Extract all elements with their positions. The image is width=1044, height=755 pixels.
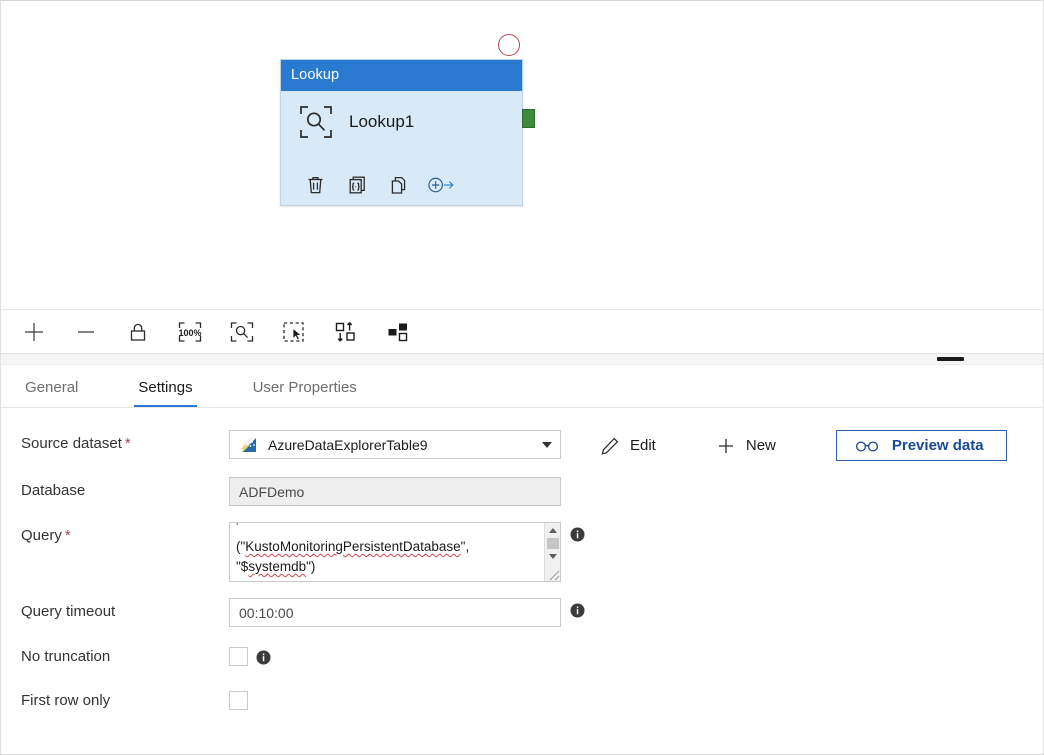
query-line-2-prefix: "$ [236,559,248,574]
plus-icon [716,436,736,456]
add-output-icon[interactable] [427,171,455,199]
panel-resize-bar[interactable] [1,354,1043,365]
source-dataset-value: AzureDataExplorerTable9 [268,437,536,453]
properties-tabs: General Settings User Properties [1,365,1043,408]
canvas-toolbar: 100% [0,309,1044,354]
activity-node-lookup1[interactable]: Lookup [280,59,523,206]
activity-action-bar [281,171,522,199]
field-row-first-row-only: First row only [1,687,1043,715]
query-line-2-identifier: systemdb [248,559,306,574]
lock-icon[interactable] [119,313,157,351]
no-truncation-controls [229,643,271,666]
activity-type-label: Lookup [281,60,522,91]
panel-drag-handle[interactable] [937,357,964,361]
zoom-in-icon[interactable] [15,313,53,351]
scrollbar-thumb[interactable] [547,538,559,549]
first-row-only-controls [229,687,248,710]
auto-align-icon[interactable] [327,313,365,351]
chevron-down-icon [542,442,552,448]
scroll-up-icon[interactable] [545,523,561,538]
query-line-1-identifier: KustoMonitoringPersistentDatabase [245,539,460,554]
svg-text:100%: 100% [178,328,201,338]
source-dataset-label: Source dataset* [1,430,229,458]
query-line-3: | summarize count() by Database [236,579,435,582]
select-all-icon[interactable] [275,313,313,351]
tab-settings[interactable]: Settings [134,379,196,407]
query-info-icon[interactable] [570,527,585,542]
activity-name: Lookup1 [349,112,414,132]
field-row-query: Query* ' ("KustoMonitoringPersistentDatab… [1,522,1043,582]
query-timeout-input[interactable]: 00:10:00 [229,598,561,627]
database-controls: ADFDemo [229,477,561,506]
new-dataset-label: New [746,437,776,454]
lookup-magnifier-icon [299,105,333,139]
field-row-source-dataset: Source dataset* [1,430,1043,461]
scroll-down-icon[interactable] [545,549,561,564]
query-timeout-label: Query timeout [1,598,229,626]
pipeline-canvas[interactable]: Lookup [0,0,1044,309]
source-dataset-controls: AzureDataExplorerTable9 [229,430,1007,461]
preview-data-button[interactable]: Preview data [836,430,1007,461]
tab-general[interactable]: General [21,379,82,407]
query-label: Query* [1,522,229,550]
activity-output-connector[interactable] [522,109,535,128]
activity-card-body: Lookup1 [281,91,522,207]
edit-dataset-button[interactable]: Edit [596,431,660,460]
settings-form: Source dataset* [1,408,1043,715]
pencil-icon [600,436,620,456]
delete-icon[interactable] [301,171,329,199]
field-row-no-truncation: No truncation [1,643,1043,671]
database-value: ADFDemo [239,484,304,500]
query-timeout-controls: 00:10:00 [229,598,585,627]
no-truncation-checkbox[interactable] [229,647,248,666]
query-line-1-prefix: (" [236,539,245,554]
azure-data-explorer-table-icon [239,435,259,455]
source-dataset-label-text: Source dataset [21,435,122,452]
first-row-only-checkbox[interactable] [229,691,248,710]
textarea-resize-grip[interactable] [544,565,560,581]
new-dataset-button[interactable]: New [712,431,780,460]
zoom-to-100-percent-icon[interactable]: 100% [171,313,209,351]
query-controls: ' ("KustoMonitoringPersistentDatabase", "$… [229,522,585,582]
zoom-out-icon[interactable] [67,313,105,351]
required-asterisk: * [65,527,71,544]
zoom-to-fit-icon[interactable] [223,313,261,351]
database-input: ADFDemo [229,477,561,506]
database-label: Database [1,477,229,505]
no-truncation-info-icon[interactable] [256,650,271,665]
required-asterisk: * [125,435,131,452]
query-textarea[interactable]: ' ("KustoMonitoringPersistentDatabase", "$… [229,522,561,582]
dataset-action-buttons: Edit New [596,430,1007,461]
activity-title-row: Lookup1 [281,91,522,139]
query-timeout-info-icon[interactable] [570,603,585,618]
adf-pipeline-editor: Lookup [0,0,1044,755]
field-row-query-timeout: Query timeout 00:10:00 [1,598,1043,627]
code-icon[interactable] [343,171,371,199]
edit-dataset-label: Edit [630,437,656,454]
no-truncation-label: No truncation [1,643,229,671]
preview-data-label: Preview data [892,437,984,454]
query-label-text: Query [21,527,62,544]
glasses-icon [855,439,879,453]
query-line-2-suffix: ") [306,559,315,574]
first-row-only-label: First row only [1,687,229,715]
show-related-icon[interactable] [379,313,417,351]
activity-properties-panel: General Settings User Properties Source … [0,354,1044,755]
field-row-database: Database ADFDemo [1,477,1043,506]
query-line-1-suffix: ", [461,539,470,554]
activity-error-marker-icon [498,34,520,56]
query-text-content: ' ("KustoMonitoringPersistentDatabase", "$… [236,522,536,582]
source-dataset-select[interactable]: AzureDataExplorerTable9 [229,430,561,459]
query-line-partial: ' [236,522,238,537]
tab-user-properties[interactable]: User Properties [249,379,361,407]
clone-icon[interactable] [385,171,413,199]
query-timeout-value: 00:10:00 [239,605,294,621]
